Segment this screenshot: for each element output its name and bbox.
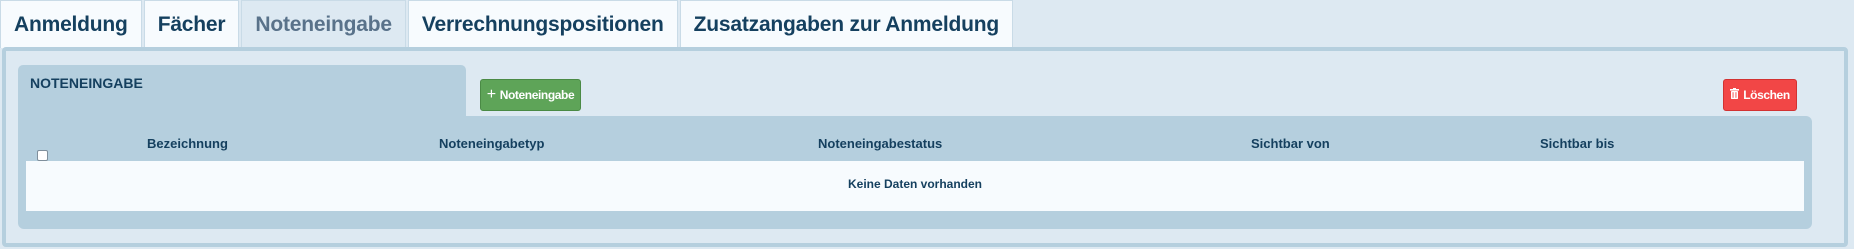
- add-button-label: Noteneingabe: [499, 88, 575, 102]
- column-header-sichtbar-von[interactable]: Sichtbar von: [1251, 136, 1330, 151]
- column-header-sichtbar-bis[interactable]: Sichtbar bis: [1540, 136, 1614, 151]
- select-all-checkbox[interactable]: [37, 150, 48, 161]
- data-grid: Bezeichnung Noteneingabetyp Noteneingabe…: [18, 116, 1812, 229]
- delete-button[interactable]: Löschen: [1723, 79, 1797, 111]
- grid-body: Keine Daten vorhanden: [26, 161, 1804, 211]
- plus-icon: +: [486, 86, 496, 103]
- empty-message: Keine Daten vorhanden: [847, 177, 983, 191]
- grid-header: Bezeichnung Noteneingabetyp Noteneingabe…: [18, 132, 1812, 161]
- tab-anmeldung[interactable]: Anmeldung: [0, 0, 142, 48]
- tab-bar: Anmeldung Fächer Noteneingabe Verrechnun…: [0, 0, 1015, 48]
- section-header: [18, 65, 466, 117]
- add-noteneingabe-button[interactable]: + Noteneingabe: [480, 79, 581, 111]
- tab-faecher[interactable]: Fächer: [143, 0, 240, 48]
- column-header-noteneingabetyp[interactable]: Noteneingabetyp: [439, 136, 544, 151]
- tab-verrechnungspositionen[interactable]: Verrechnungspositionen: [407, 0, 678, 48]
- delete-button-label: Löschen: [1743, 88, 1790, 102]
- tab-zusatzangaben[interactable]: Zusatzangaben zur Anmeldung: [679, 0, 1013, 48]
- column-header-noteneingabestatus[interactable]: Noteneingabestatus: [818, 136, 942, 151]
- trash-icon: [1730, 88, 1740, 102]
- tab-noteneingabe[interactable]: Noteneingabe: [241, 0, 406, 48]
- section-title: NOTENEINGABE: [30, 75, 143, 91]
- column-header-bezeichnung[interactable]: Bezeichnung: [147, 136, 228, 151]
